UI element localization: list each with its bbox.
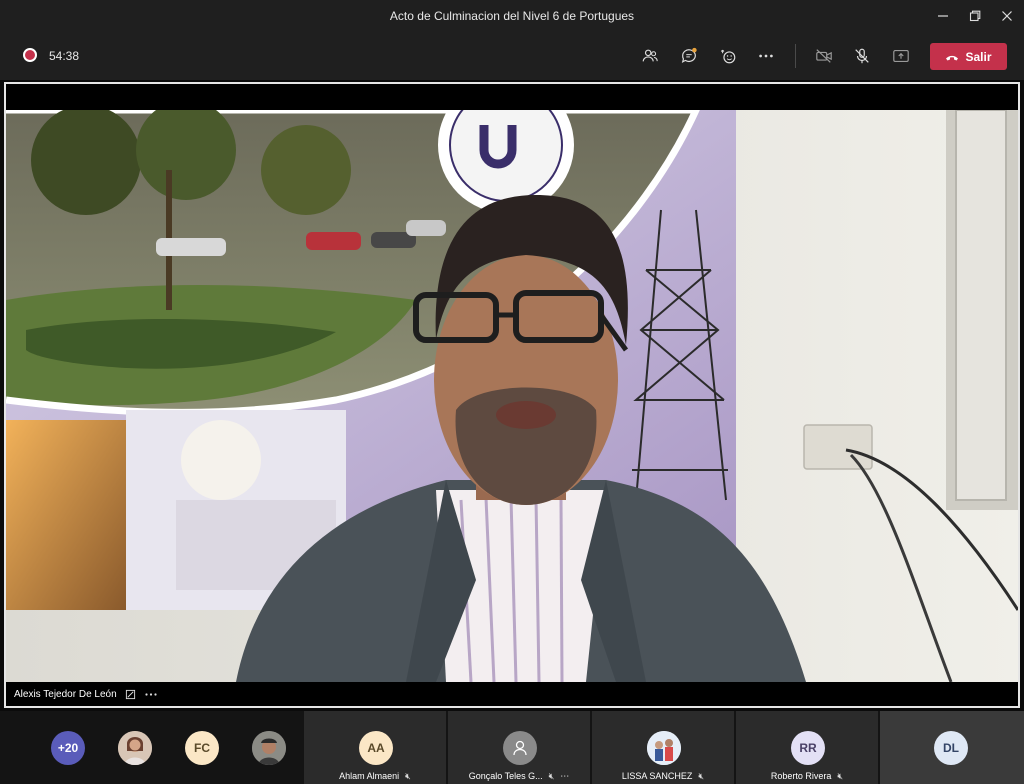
reactions-icon	[720, 49, 736, 64]
toolbar-divider	[795, 44, 796, 68]
meeting-toolbar: 54:38 Salir	[0, 32, 1024, 80]
self-view-tile[interactable]: DL	[880, 711, 1024, 784]
person-icon	[513, 740, 527, 756]
participant-tile[interactable]: Gonçalo Teles G... 🔇︎ ⋯	[448, 711, 590, 784]
participant-avatar-rr: RR	[791, 731, 825, 765]
speaker-name-bar: Alexis Tejedor De León	[6, 682, 1018, 706]
participant-avatar-fc[interactable]: FC	[185, 731, 219, 765]
reactions-button[interactable]	[715, 43, 741, 69]
participant-tile[interactable]: AA Ahlam Almaeni 🔇︎	[304, 711, 446, 784]
speaker-video	[6, 110, 1018, 682]
participant-avatar-dl: DL	[934, 731, 968, 765]
participant-default-avatar	[503, 731, 537, 765]
overflow-participants-badge[interactable]: +20	[51, 731, 85, 765]
participant-strip: +20 FC AA Ahlam Almaeni 🔇︎ Gonçalo Teles …	[0, 711, 1024, 784]
title-bar: Acto de Culminacion del Nivel 6 de Portu…	[0, 0, 1024, 32]
participant-name: Roberto Rivera 🔇︎	[770, 771, 844, 781]
camera-toggle-button[interactable]	[811, 43, 837, 69]
participant-tile[interactable]: RR Roberto Rivera 🔇︎	[736, 711, 878, 784]
mic-muted-icon: 🔇︎	[405, 771, 411, 781]
minimize-button[interactable]	[926, 0, 960, 32]
participant-photo-avatar-3	[647, 731, 681, 765]
main-video-stage[interactable]: Alexis Tejedor De León	[4, 82, 1020, 708]
window-title: Acto de Culminacion del Nivel 6 de Portu…	[389, 9, 635, 23]
participant-avatar-aa: AA	[359, 731, 393, 765]
photo-avatar-image	[118, 731, 152, 765]
pin-icon[interactable]	[125, 689, 136, 700]
speaker-video-frame	[6, 110, 1018, 682]
more-icon	[759, 54, 773, 58]
participant-name: Gonçalo Teles G... 🔇︎ ⋯	[468, 771, 570, 782]
more-options-icon[interactable]	[144, 689, 158, 700]
leave-label: Salir	[965, 49, 992, 64]
photo-avatar-image-3	[647, 731, 681, 765]
chat-button[interactable]	[676, 43, 702, 69]
participant-name: LISSA SANCHEZ 🔇︎	[621, 771, 705, 781]
chat-icon	[681, 47, 697, 63]
people-icon	[642, 49, 658, 62]
close-window-button[interactable]	[990, 0, 1024, 32]
speaker-name: Alexis Tejedor De León	[14, 688, 117, 700]
mic-muted-icon: 🔇︎	[548, 771, 555, 781]
recording-indicator-icon	[23, 48, 37, 62]
participant-photo-avatar-2[interactable]	[252, 731, 286, 765]
more-actions-button[interactable]	[753, 43, 779, 69]
people-button[interactable]	[637, 43, 663, 69]
mic-toggle-button[interactable]	[849, 43, 875, 69]
participant-tile[interactable]: LISSA SANCHEZ 🔇︎	[592, 711, 734, 784]
share-screen-button[interactable]	[888, 43, 914, 69]
mic-muted-icon: 🔇︎	[837, 771, 844, 781]
participant-photo-avatar[interactable]	[118, 731, 152, 765]
more-icon[interactable]: ⋯	[560, 771, 569, 782]
photo-avatar-image-2	[252, 731, 286, 765]
leave-button[interactable]: Salir	[930, 43, 1007, 70]
meeting-timer: 54:38	[49, 49, 80, 63]
mic-muted-icon: 🔇︎	[698, 771, 705, 781]
mic-off-icon	[855, 48, 869, 64]
restore-button[interactable]	[958, 0, 992, 32]
camera-off-icon	[816, 49, 832, 63]
participant-name: Ahlam Almaeni 🔇︎	[339, 771, 411, 781]
hangup-icon	[946, 55, 959, 60]
share-icon	[893, 50, 909, 62]
